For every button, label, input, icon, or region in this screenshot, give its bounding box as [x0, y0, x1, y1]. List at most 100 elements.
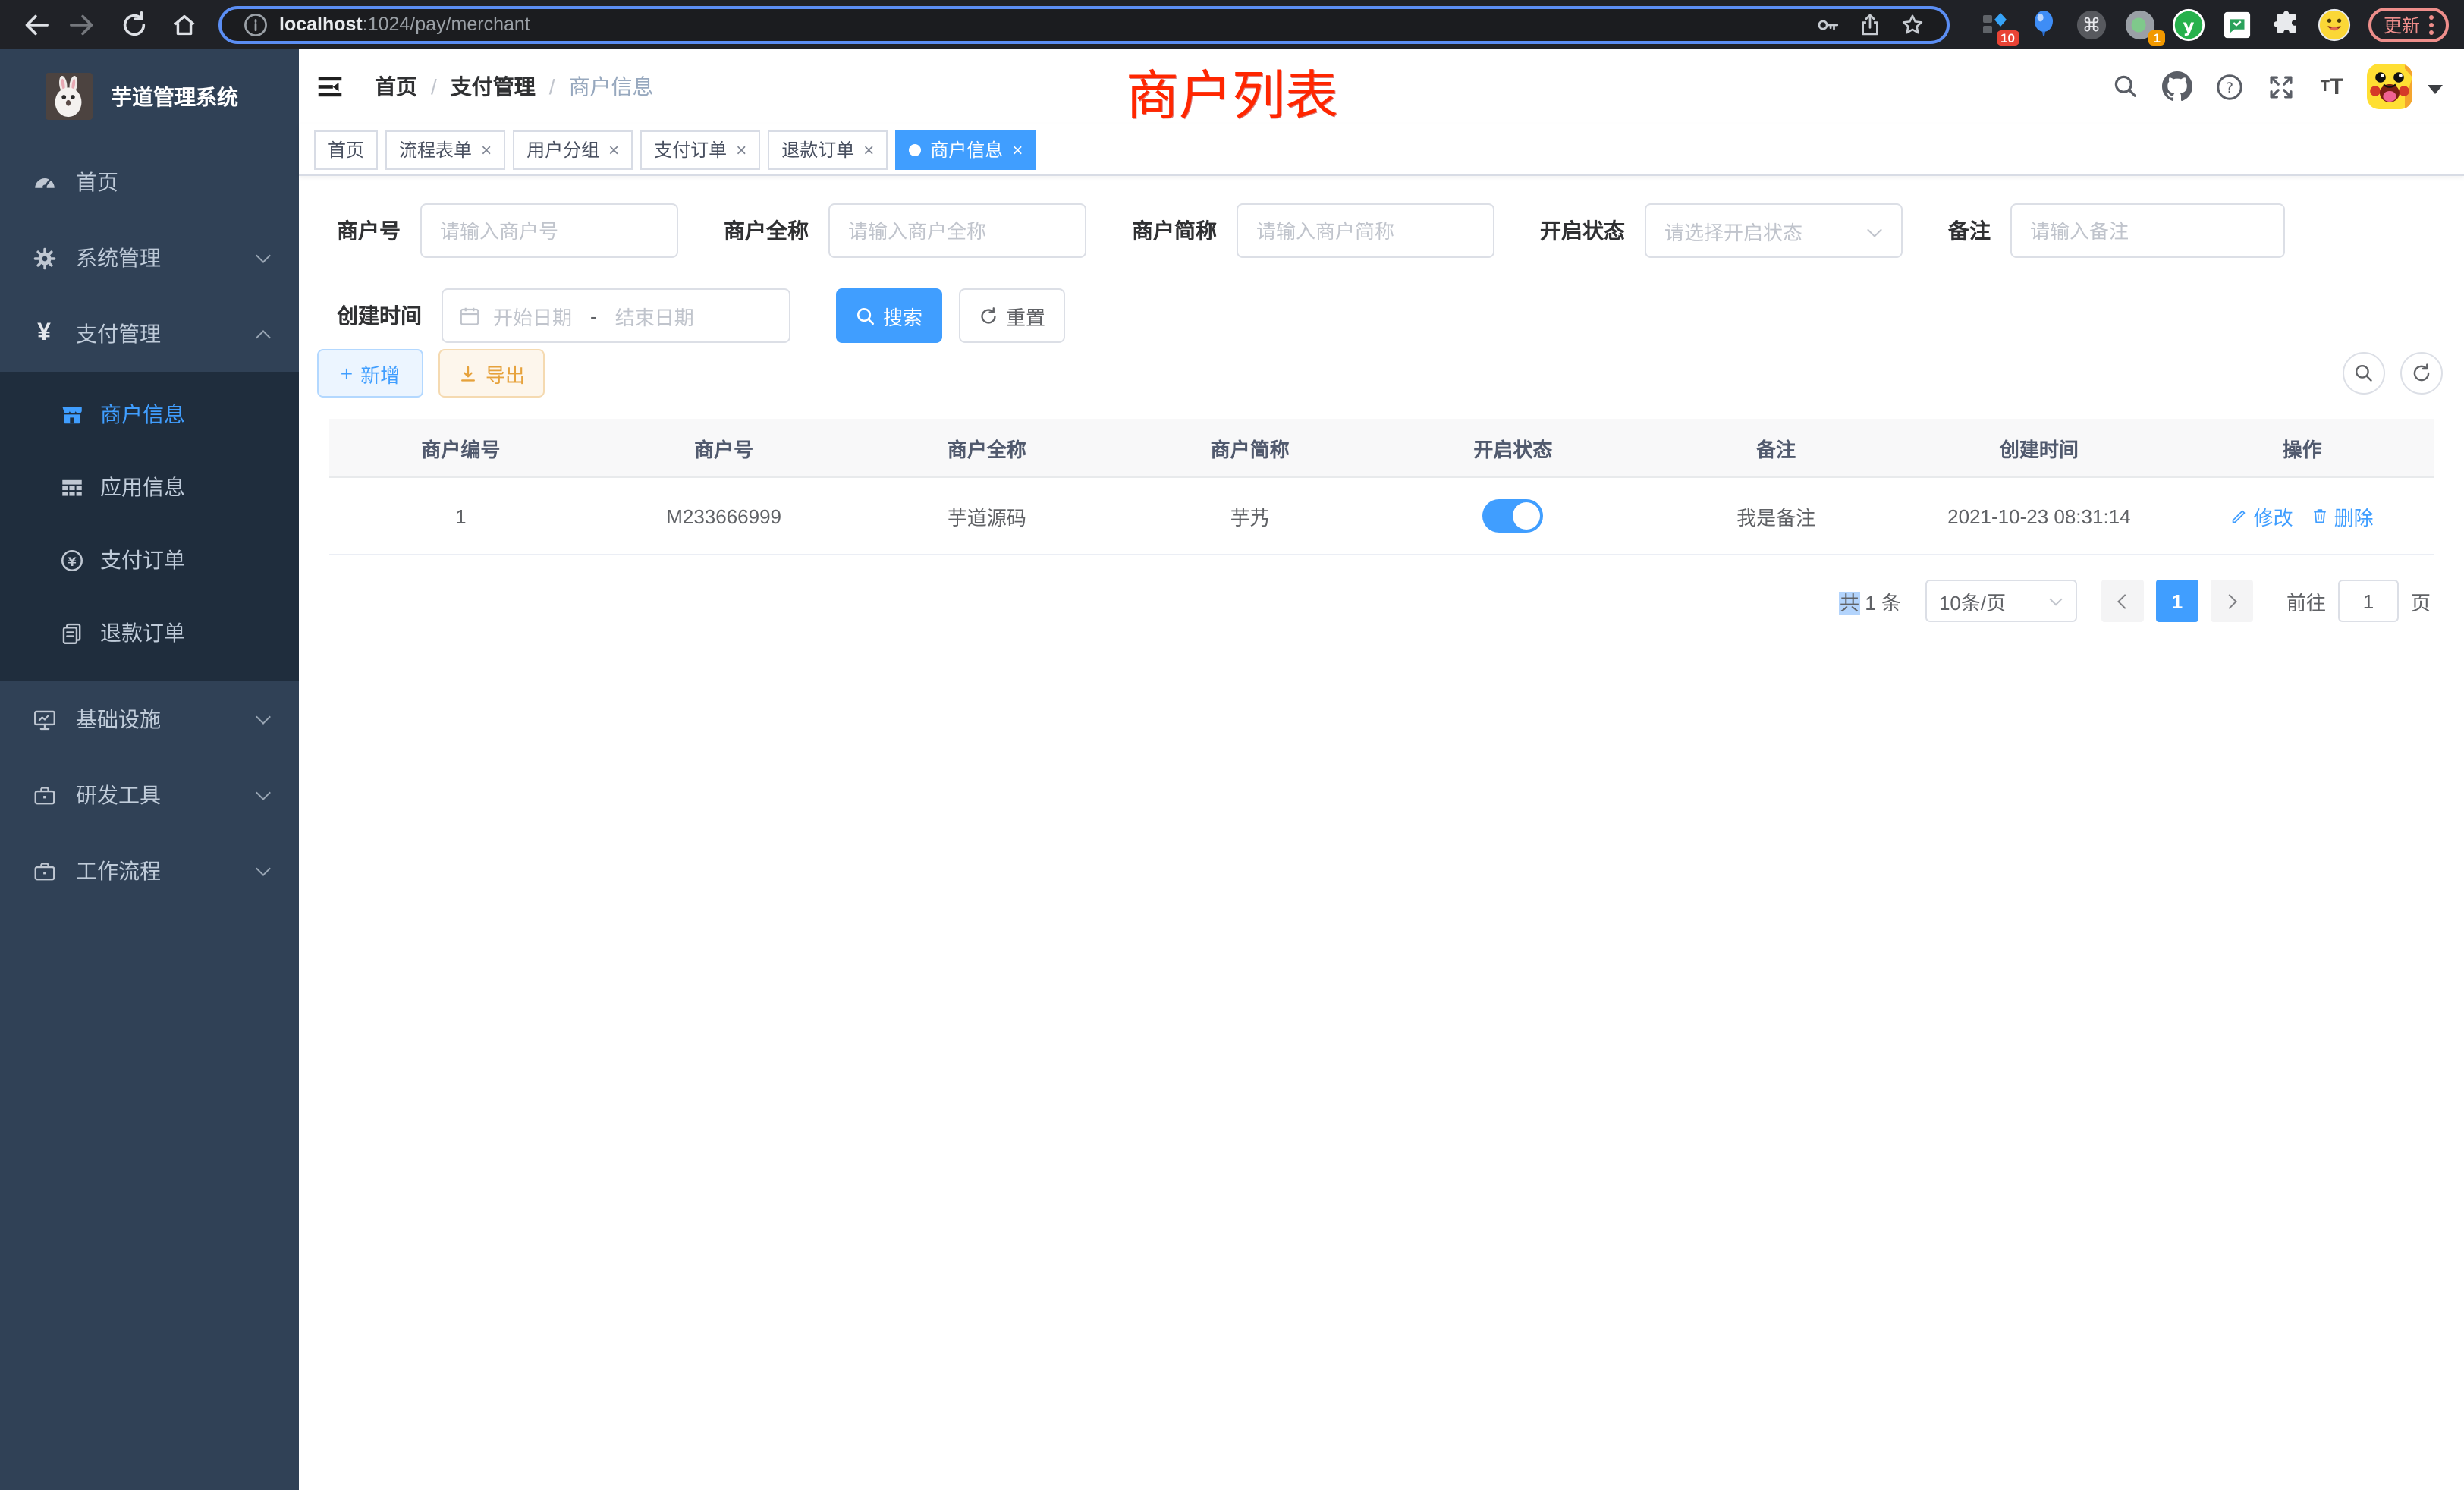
column-header: 商户全称	[856, 419, 1119, 476]
app-navbar: 首页 / 支付管理 / 商户信息 ?	[299, 49, 2464, 124]
forward-icon[interactable]	[65, 6, 102, 42]
cell-remark: 我是备注	[1645, 478, 1908, 554]
collapse-sidebar-icon[interactable]	[314, 70, 347, 103]
chevron-down-icon	[256, 248, 271, 263]
tab-process-form[interactable]: 流程表单×	[385, 130, 505, 169]
close-icon[interactable]: ×	[736, 139, 746, 160]
home-icon[interactable]	[165, 6, 202, 42]
sidebar-item-label: 基础设施	[76, 704, 161, 734]
sidebar-item-pay[interactable]: ¥ 支付管理	[0, 296, 299, 372]
active-tab-dot	[909, 143, 921, 156]
sidebar-item-system[interactable]: 系统管理	[0, 220, 299, 296]
tab-refund-order[interactable]: 退款订单 ×	[768, 130, 888, 169]
close-icon[interactable]: ×	[481, 139, 492, 160]
merchant-no-input[interactable]	[420, 203, 678, 258]
cell-status	[1381, 478, 1645, 554]
sidebar-item-devtools[interactable]: 研发工具	[0, 757, 299, 833]
share-icon[interactable]	[1853, 6, 1889, 42]
field-label: 开启状态	[1540, 215, 1625, 246]
edit-link[interactable]: 修改	[2231, 501, 2293, 530]
export-button-label: 导出	[486, 359, 525, 388]
goto-page-input[interactable]	[2338, 580, 2399, 622]
tab-label: 用户分组	[526, 137, 599, 162]
github-icon[interactable]	[2151, 49, 2203, 124]
sidebar-item-infra[interactable]: 基础设施	[0, 681, 299, 757]
delete-link-label: 删除	[2334, 501, 2374, 530]
column-header: 开启状态	[1381, 419, 1645, 476]
reload-icon[interactable]	[115, 6, 152, 42]
next-page-button[interactable]	[2211, 580, 2253, 622]
sidebar-item-home[interactable]: 首页	[0, 144, 299, 220]
extensions-puzzle-icon[interactable]	[2268, 6, 2305, 42]
tab-user-group[interactable]: 用户分组 ×	[513, 130, 633, 169]
sidebar-item-app-info[interactable]: 应用信息	[0, 451, 299, 523]
ext-command-icon[interactable]: ⌘	[2074, 6, 2110, 42]
screen: localhost:1024/pay/merchant 10 ⌘ 1	[0, 0, 2464, 1490]
remark-input[interactable]	[2010, 203, 2285, 258]
delete-link[interactable]: 删除	[2312, 501, 2374, 530]
url-bar[interactable]: localhost:1024/pay/merchant	[218, 5, 1950, 43]
sidebar-item-workflow[interactable]: 工作流程	[0, 833, 299, 909]
browser-update-label: 更新	[2384, 11, 2420, 37]
ext-blocks-icon[interactable]: 10	[1977, 6, 2013, 42]
ext-y-icon[interactable]: y	[2171, 6, 2208, 42]
close-icon[interactable]: ×	[1012, 139, 1023, 160]
field-merchant-no: 商户号	[337, 203, 678, 258]
back-icon[interactable]	[15, 6, 52, 42]
column-header: 商户号	[592, 419, 856, 476]
column-header: 商户简称	[1118, 419, 1381, 476]
logo-rabbit-image	[46, 73, 93, 120]
add-button[interactable]: + 新增	[317, 349, 423, 398]
sidebar: 芋道管理系统 首页 系统管理 ¥	[0, 49, 299, 1490]
end-date-placeholder: 结束日期	[615, 301, 694, 330]
prev-page-button[interactable]	[2101, 580, 2144, 622]
browser-update-button[interactable]: 更新	[2368, 7, 2449, 42]
tab-home[interactable]: 首页	[314, 130, 378, 169]
documents-icon	[58, 620, 85, 646]
search-button[interactable]: 搜索	[836, 288, 942, 343]
export-button[interactable]: 导出	[438, 349, 545, 398]
url-text[interactable]: localhost:1024/pay/merchant	[279, 14, 530, 35]
ext-recorder-icon[interactable]: 1	[2123, 6, 2159, 42]
password-key-icon[interactable]	[1810, 6, 1846, 42]
tab-pay-order[interactable]: 支付订单×	[640, 130, 760, 169]
browser-toolbar: localhost:1024/pay/merchant 10 ⌘ 1	[0, 0, 2464, 49]
header-search-icon[interactable]	[2100, 49, 2151, 124]
status-select[interactable]: 请选择开启状态	[1645, 203, 1903, 258]
column-header: 操作	[2170, 419, 2434, 476]
breadcrumb-home[interactable]: 首页	[375, 71, 417, 102]
sidebar-item-merchant-info[interactable]: 商户信息	[0, 378, 299, 451]
tags-view: 首页 流程表单× 用户分组 × 支付订单× 退款订单 × 商户信息×	[299, 124, 2464, 176]
browser-profile-avatar[interactable]	[2317, 6, 2353, 42]
sidebar-logo[interactable]: 芋道管理系统	[0, 49, 299, 144]
ext-balloon-icon[interactable]	[2026, 6, 2062, 42]
close-icon[interactable]: ×	[608, 139, 619, 160]
tab-label: 退款订单	[781, 137, 854, 162]
site-info-icon[interactable]	[237, 6, 273, 42]
chevron-down-icon	[256, 861, 271, 876]
help-icon[interactable]: ?	[2203, 49, 2255, 124]
browser-menu-icon[interactable]	[2429, 14, 2434, 34]
user-avatar[interactable]	[2367, 64, 2443, 109]
date-range-input[interactable]: 开始日期 - 结束日期	[442, 288, 790, 343]
tab-merchant-info[interactable]: 商户信息×	[895, 130, 1036, 169]
font-size-icon[interactable]: TT	[2306, 49, 2358, 124]
toggle-search-button[interactable]	[2343, 352, 2385, 395]
bookmark-star-icon[interactable]	[1895, 6, 1931, 42]
refresh-table-button[interactable]	[2400, 352, 2443, 395]
ext-chat-icon[interactable]	[2220, 6, 2256, 42]
sidebar-item-refund-order[interactable]: 退款订单	[0, 596, 299, 669]
reset-button[interactable]: 重置	[959, 288, 1065, 343]
sidebar-item-pay-order[interactable]: ¥ 支付订单	[0, 523, 299, 596]
page-size-select[interactable]: 10条/页	[1925, 580, 2077, 622]
short-name-input[interactable]	[1237, 203, 1494, 258]
fullscreen-icon[interactable]	[2255, 49, 2306, 124]
page-number-1[interactable]: 1	[2156, 580, 2198, 622]
full-name-input[interactable]	[828, 203, 1086, 258]
status-toggle[interactable]	[1482, 499, 1543, 533]
add-button-label: 新增	[360, 359, 400, 388]
cell-merchant-no: M233666999	[592, 478, 856, 554]
close-icon[interactable]: ×	[863, 139, 874, 160]
shop-icon	[58, 401, 85, 427]
breadcrumb-pay[interactable]: 支付管理	[451, 71, 536, 102]
